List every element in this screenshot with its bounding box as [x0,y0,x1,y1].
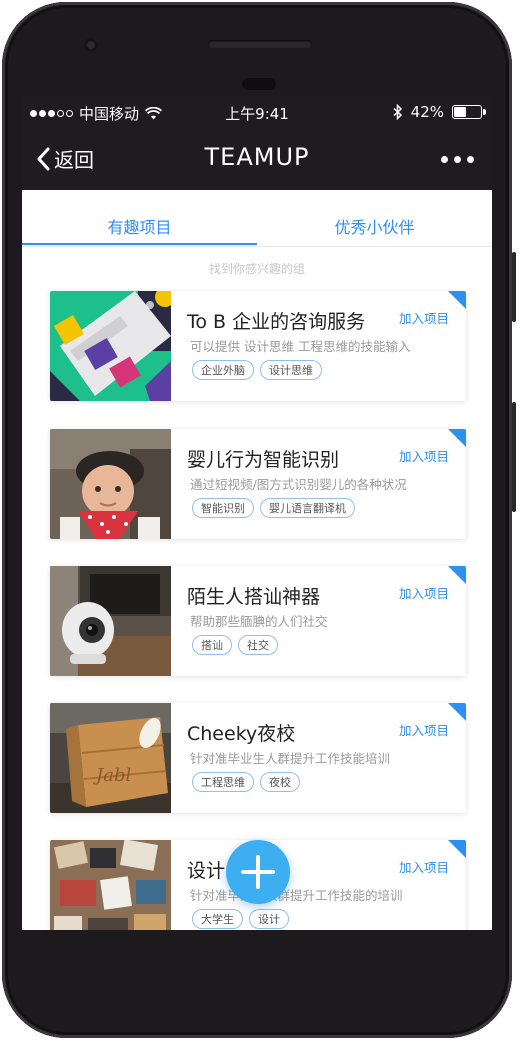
join-project-button[interactable]: 加入项目 [399,446,449,465]
project-description: 帮助那些腼腆的人们社交 [190,614,328,629]
battery-icon [452,105,486,119]
tab-excellent-partners[interactable]: 优秀小伙伴 [257,214,492,238]
project-title: 设计 [187,860,226,882]
project-tag[interactable]: 设计思维 [260,360,322,380]
corner-ribbon [448,429,466,447]
navigation-bar: 返回 TEAMUP [22,128,492,190]
project-description: 针对准毕业生人群提升工作技能培训 [190,751,391,766]
active-tab-indicator [22,243,257,245]
project-tag[interactable]: 企业外脑 [192,360,254,380]
project-title: 婴儿行为智能识别 [187,449,340,471]
join-project-button[interactable]: 加入项目 [399,720,449,739]
more-options-icon[interactable] [441,156,474,163]
project-description: 可以提供 设计思维 工程思维的技能输入 [190,339,411,354]
project-tags: 大学生 设计 [192,909,289,929]
corner-ribbon [448,703,466,721]
project-tag[interactable]: 工程思维 [192,772,254,792]
add-project-button[interactable] [226,840,290,904]
tab-bar: 有趣项目 优秀小伙伴 [22,190,492,247]
svg-text:Jabl: Jabl [92,765,131,786]
project-tag[interactable]: 社交 [238,635,278,655]
project-tag[interactable]: 婴儿语言翻译机 [260,498,355,518]
bluetooth-icon [393,104,402,120]
project-tag[interactable]: 智能识别 [192,498,254,518]
corner-ribbon [448,840,466,858]
project-description: 通过短视频/图方式识别婴儿的各种状况 [190,477,407,492]
project-image [50,840,171,930]
project-card[interactable]: To B 企业的咨询服务 可以提供 设计思维 工程思维的技能输入 企业外脑 设计… [50,291,466,401]
project-tags: 企业外脑 设计思维 [192,360,322,380]
battery-percent: 42% [410,103,444,121]
project-tag[interactable]: 夜校 [260,772,300,792]
join-project-button[interactable]: 加入项目 [399,857,449,876]
side-button [512,402,516,512]
power-button [512,252,516,322]
project-image [50,566,171,676]
project-card[interactable]: 陌生人搭讪神器 帮助那些腼腆的人们社交 搭讪 社交 加入项目 [50,566,466,676]
project-title: To B 企业的咨询服务 [187,311,366,333]
join-project-button[interactable]: 加入项目 [399,583,449,602]
project-tag[interactable]: 设计 [249,909,289,929]
project-description: 针对准毕业生人群提升工作技能的培训 [190,888,403,903]
tab-interesting-projects[interactable]: 有趣项目 [22,214,257,238]
project-tags: 智能识别 婴儿语言翻译机 [192,498,355,518]
page-title: TEAMUP [204,143,310,171]
project-tags: 工程思维 夜校 [192,772,300,792]
phone-frame: 中国移动 上午9:41 42% 返回 TEAMUP 有趣项目 优秀小伙伴 找到你… [2,2,516,1038]
project-title: 陌生人搭讪神器 [187,586,321,608]
corner-ribbon [448,291,466,309]
front-camera [84,38,98,52]
project-tag[interactable]: 大学生 [192,909,243,929]
join-project-button[interactable]: 加入项目 [399,308,449,327]
list-hint: 找到你感兴趣的组 [208,262,305,276]
proximity-sensor [242,78,276,90]
corner-ribbon [448,566,466,584]
project-image [50,429,171,539]
app-screen: 中国移动 上午9:41 42% 返回 TEAMUP 有趣项目 优秀小伙伴 找到你… [22,96,492,930]
project-title: Cheeky夜校 [187,723,296,745]
project-image: Jabl [50,703,171,813]
earpiece-speaker [208,40,312,48]
project-card[interactable]: 婴儿行为智能识别 通过短视频/图方式识别婴儿的各种状况 智能识别 婴儿语言翻译机… [50,429,466,539]
status-bar: 中国移动 上午9:41 42% [22,96,492,128]
project-card[interactable]: Jabl Cheeky夜校 针对准毕业生人群提升工作技能培训 工程思维 夜校 加… [50,703,466,813]
project-image [50,291,171,401]
project-tag[interactable]: 搭讪 [192,635,232,655]
project-tags: 搭讪 社交 [192,635,278,655]
